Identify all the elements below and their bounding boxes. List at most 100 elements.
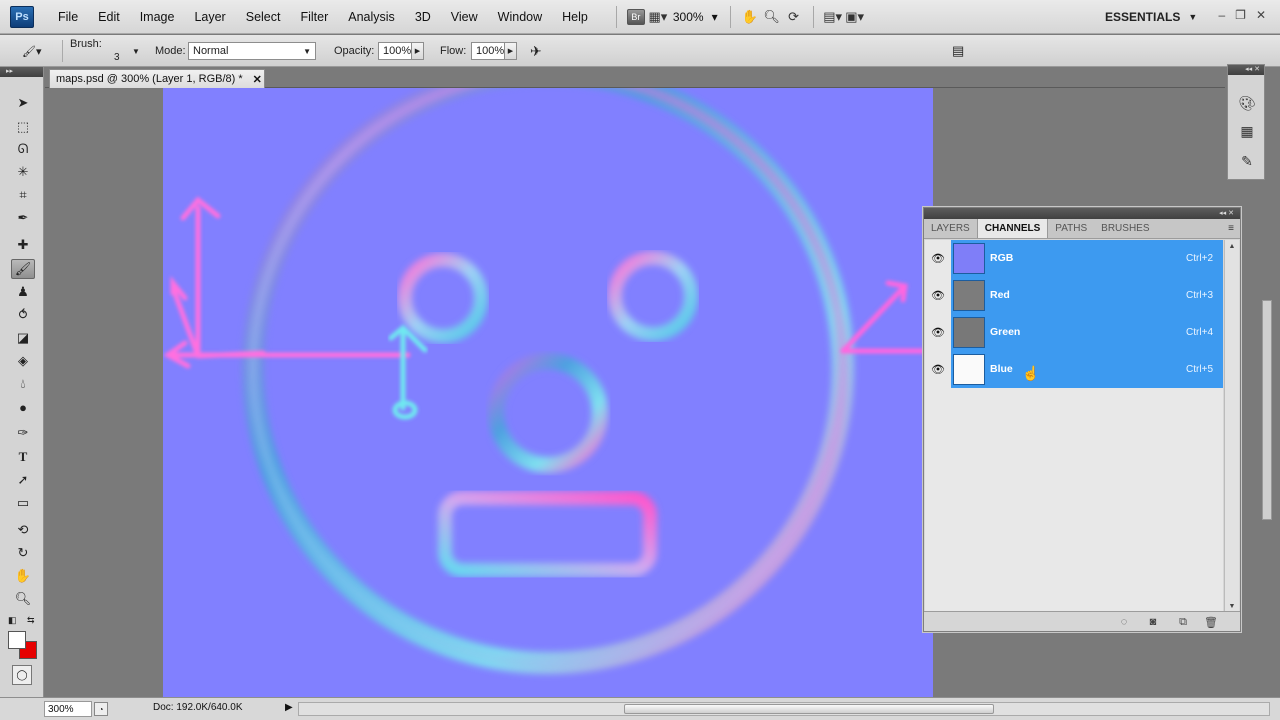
mode-select[interactable]: Normal ▼	[188, 35, 316, 67]
path-selection-tool-icon[interactable]: ➚	[11, 470, 35, 490]
pen-tool-icon[interactable]: ✑	[11, 423, 35, 443]
bridge-button[interactable]: Br	[625, 7, 647, 27]
panel-toggle-icon[interactable]: ▤	[952, 35, 964, 67]
view-extras-icon[interactable]: ▦▾	[647, 7, 669, 27]
rotate-view-icon[interactable]: ⟳	[783, 7, 805, 27]
panel-menu-icon[interactable]: ≡	[1228, 223, 1234, 234]
horizontal-scrollbar[interactable]	[298, 702, 1270, 716]
menu-layer[interactable]: Layer	[184, 10, 235, 24]
channel-row-red[interactable]: 👁︎ Red Ctrl+3	[925, 276, 1223, 314]
default-colors-icon[interactable]: ◧	[8, 615, 17, 626]
brush-tool-icon[interactable]: 🖌︎	[11, 259, 35, 279]
type-tool-icon[interactable]: T	[11, 447, 35, 467]
visibility-eye-icon[interactable]: 👁︎	[925, 276, 951, 314]
visibility-eye-icon[interactable]: 👁︎	[925, 239, 951, 277]
document-tab[interactable]: maps.psd @ 300% (Layer 1, RGB/8) * ✕	[49, 69, 265, 88]
panel-grip[interactable]: ◂◂ ✕	[924, 208, 1240, 219]
tab-paths[interactable]: PATHS	[1048, 219, 1094, 238]
eraser-tool-icon[interactable]: ◪	[11, 328, 35, 348]
tab-layers[interactable]: LAYERS	[924, 219, 977, 238]
document-canvas[interactable]	[163, 88, 933, 697]
zoom-tool-icon[interactable]: 🔍︎	[11, 589, 35, 609]
arrange-documents-icon[interactable]: ▤▾	[822, 7, 844, 27]
color-panel-icon[interactable]: 🎨︎	[1237, 93, 1257, 113]
menu-view[interactable]: View	[441, 10, 488, 24]
load-channel-as-selection-icon[interactable]: ◌	[1117, 615, 1131, 629]
move-tool-icon[interactable]: ➤	[11, 93, 35, 113]
scroll-down-icon[interactable]: ▼	[1225, 603, 1239, 610]
history-brush-tool-icon[interactable]: ⥀	[11, 305, 35, 325]
menu-select[interactable]: Select	[236, 10, 291, 24]
opacity-value[interactable]: 100%	[378, 42, 412, 60]
visibility-eye-icon[interactable]: 👁︎	[925, 350, 951, 388]
status-zoom-field[interactable]: 300%	[44, 701, 92, 717]
brush-picker-arrow-icon[interactable]: ▼	[132, 35, 140, 67]
paint-bucket-tool-icon[interactable]: ◈	[11, 351, 35, 371]
save-selection-as-channel-icon[interactable]: ◙	[1146, 615, 1160, 629]
eyedropper-tool-icon[interactable]: ✒	[11, 208, 35, 228]
swatches-panel-icon[interactable]: ▦	[1237, 121, 1257, 141]
zoom-level-select[interactable]: 300% ▾	[669, 10, 722, 24]
channel-row-green[interactable]: 👁︎ Green Ctrl+4	[925, 313, 1223, 351]
crop-tool-icon[interactable]: ⌗	[11, 185, 35, 205]
delete-channel-icon[interactable]: 🗑︎	[1204, 615, 1218, 629]
close-icon[interactable]: ✕	[1256, 8, 1266, 22]
hand-tool-icon[interactable]: ✋	[11, 566, 35, 586]
menu-image[interactable]: Image	[130, 10, 185, 24]
3d-orbit-tool-icon[interactable]: ↻	[11, 543, 35, 563]
close-icon[interactable]: ✕	[253, 73, 262, 86]
flow-slider-arrow-icon[interactable]: ▶	[505, 42, 517, 60]
channels-scrollbar[interactable]: ▲ ▼	[1224, 240, 1239, 612]
scrollbar-thumb[interactable]	[624, 704, 994, 714]
channel-row-blue[interactable]: 👁︎ Blue Ctrl+5 ☝	[925, 350, 1223, 388]
status-info-icon[interactable]: ◔	[94, 702, 108, 716]
dodge-tool-icon[interactable]: ●	[11, 397, 35, 417]
channel-row-rgb[interactable]: 👁︎ RGB Ctrl+2	[925, 239, 1223, 277]
healing-brush-tool-icon[interactable]: ✚	[11, 235, 35, 255]
channel-name: RGB	[990, 252, 1014, 264]
flow-field[interactable]: 100% ▶	[471, 35, 517, 67]
flow-value[interactable]: 100%	[471, 42, 505, 60]
3d-rotate-tool-icon[interactable]: ⟲	[11, 520, 35, 540]
opacity-slider-arrow-icon[interactable]: ▶	[412, 42, 424, 60]
panel-grip[interactable]: ▸▸	[0, 67, 43, 77]
tab-brushes[interactable]: BRUSHES	[1094, 219, 1156, 238]
restore-icon[interactable]: ❐	[1235, 8, 1246, 22]
magic-wand-tool-icon[interactable]: ✳	[11, 162, 35, 182]
menu-help[interactable]: Help	[552, 10, 598, 24]
visibility-eye-icon[interactable]: 👁︎	[925, 313, 951, 351]
status-menu-arrow-icon[interactable]: ▶	[285, 702, 293, 713]
menu-window[interactable]: Window	[488, 10, 552, 24]
menu-analysis[interactable]: Analysis	[338, 10, 405, 24]
panel-grip[interactable]: ◂◂ ✕	[1228, 65, 1264, 75]
menu-filter[interactable]: Filter	[290, 10, 338, 24]
new-channel-icon[interactable]: ⧉	[1176, 615, 1190, 629]
opacity-field[interactable]: 100% ▶	[378, 35, 424, 67]
menu-file[interactable]: File	[48, 10, 88, 24]
menu-3d[interactable]: 3D	[405, 10, 441, 24]
normal-map-artwork	[163, 88, 933, 697]
minimize-icon[interactable]: –	[1218, 8, 1225, 22]
swap-colors-icon[interactable]: ⇆	[27, 615, 35, 626]
marquee-tool-icon[interactable]: ⬚	[11, 117, 35, 137]
clone-stamp-tool-icon[interactable]: ♟	[11, 282, 35, 302]
hand-tool-icon[interactable]: ✋	[739, 7, 761, 27]
blur-tool-icon[interactable]: 💧︎	[11, 374, 35, 394]
foreground-color-swatch[interactable]	[8, 631, 26, 649]
styles-panel-icon[interactable]: ✎	[1237, 151, 1257, 171]
quick-mask-icon[interactable]: ◯	[12, 665, 32, 685]
scroll-up-icon[interactable]: ▲	[1225, 240, 1239, 250]
menu-edit[interactable]: Edit	[88, 10, 130, 24]
options-bar: 🖌︎▾ Brush: 3 ▼ Mode: Normal ▼ Opacity: 10…	[0, 35, 1280, 67]
shape-tool-icon[interactable]: ▭	[11, 493, 35, 513]
airbrush-icon[interactable]: ✈	[530, 35, 542, 67]
tab-channels[interactable]: CHANNELS	[976, 219, 1049, 238]
brush-tool-preset-icon[interactable]: 🖌︎▾	[22, 35, 42, 67]
channel-shortcut: Ctrl+5	[1186, 363, 1213, 375]
workspace-switcher[interactable]: ESSENTIALS ▼	[1105, 0, 1197, 34]
zoom-tool-icon[interactable]: 🔍︎	[761, 7, 783, 27]
screen-mode-icon[interactable]: ▣▾	[844, 7, 866, 27]
lasso-tool-icon[interactable]: ᘏ	[11, 139, 35, 159]
workspace-vertical-scrollbar[interactable]	[1262, 300, 1272, 520]
opacity-label: Opacity:	[334, 45, 375, 57]
